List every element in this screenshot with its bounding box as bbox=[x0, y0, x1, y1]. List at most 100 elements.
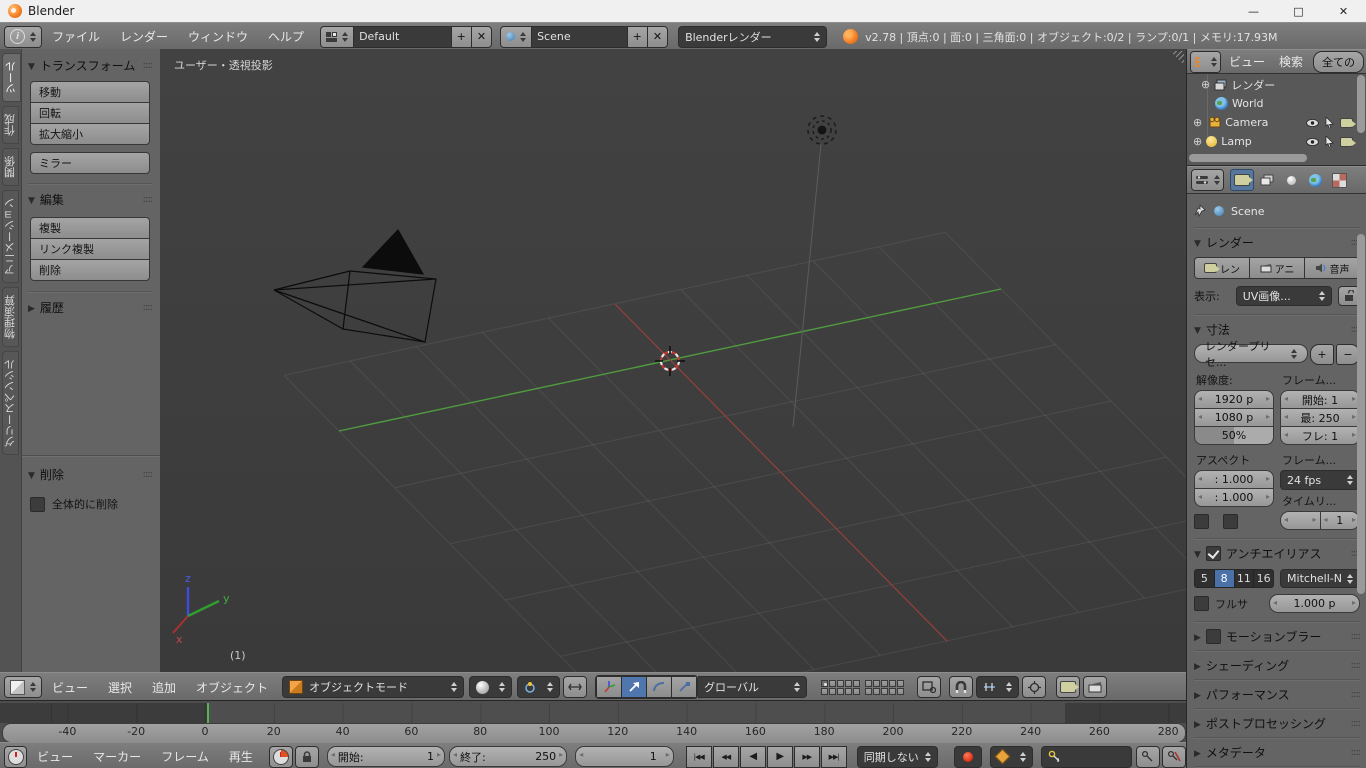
select-menu[interactable]: 選択 bbox=[98, 679, 142, 696]
translate-manipulator-button[interactable] bbox=[622, 676, 647, 698]
expand-node-icon[interactable]: ⊕ bbox=[1201, 78, 1210, 91]
current-frame-field[interactable]: ◂1▸ bbox=[575, 746, 674, 767]
layer-cell[interactable] bbox=[837, 688, 844, 695]
layer-cell[interactable] bbox=[865, 680, 872, 687]
next-keyframe-button[interactable]: ▶▶ bbox=[794, 746, 820, 768]
add-layout-button[interactable]: + bbox=[451, 27, 471, 47]
panel-drag-dots[interactable]: :::: bbox=[1351, 689, 1360, 700]
cursor-3d[interactable] bbox=[655, 346, 685, 376]
aa-samples-8[interactable]: 8 bbox=[1214, 570, 1234, 587]
timeline-frame-menu[interactable]: フレーム bbox=[151, 748, 219, 765]
maximize-button[interactable]: □ bbox=[1276, 0, 1321, 22]
tab-tools[interactable]: ツール bbox=[2, 53, 21, 102]
minimize-button[interactable]: — bbox=[1231, 0, 1276, 22]
play-reverse-button[interactable]: ◀ bbox=[740, 746, 766, 768]
render-engine-dropdown[interactable]: Blenderレンダー bbox=[678, 26, 827, 48]
menu-file[interactable]: ファイル bbox=[42, 28, 110, 45]
remove-scene-button[interactable]: ✕ bbox=[647, 27, 667, 47]
manipulator-toggle-button[interactable] bbox=[596, 676, 622, 698]
render-restrict-icon[interactable] bbox=[1340, 137, 1353, 147]
mode-dropdown[interactable]: オブジェクトモード bbox=[282, 676, 464, 698]
layer-cell[interactable] bbox=[853, 680, 860, 687]
tab-world[interactable] bbox=[1304, 170, 1326, 190]
opengl-render-button[interactable] bbox=[1056, 676, 1080, 698]
tab-animation[interactable]: アニメーション bbox=[2, 190, 19, 283]
rotate-manipulator-button[interactable] bbox=[647, 676, 672, 698]
resolution-y-field[interactable]: ◂1080 p▸ bbox=[1194, 408, 1274, 427]
panel-render-header[interactable]: レンダー:::: bbox=[1194, 232, 1360, 252]
border-checkbox[interactable] bbox=[1194, 514, 1209, 529]
duplicate-linked-button[interactable]: リンク複製 bbox=[30, 238, 150, 260]
viewport-shading-dropdown[interactable] bbox=[469, 676, 512, 698]
keying-set-field[interactable] bbox=[1041, 746, 1132, 768]
editor-type-selector[interactable]: i bbox=[4, 26, 42, 48]
delete-keyframe-button[interactable] bbox=[1162, 746, 1186, 768]
view-menu[interactable]: ビュー bbox=[42, 679, 98, 696]
outliner-search-menu[interactable]: 検索 bbox=[1273, 53, 1309, 70]
layer-cell[interactable] bbox=[873, 688, 880, 695]
scene-name[interactable]: Scene bbox=[531, 27, 627, 47]
layer-cell[interactable] bbox=[889, 680, 896, 687]
timeline-playback-menu[interactable]: 再生 bbox=[219, 748, 263, 765]
opengl-render-anim-button[interactable] bbox=[1083, 676, 1107, 698]
panel-motion-blur-header[interactable]: モーションブラー:::: bbox=[1194, 626, 1360, 646]
pivot-point-dropdown[interactable] bbox=[517, 676, 560, 698]
display-mode-dropdown[interactable]: UV画像... bbox=[1236, 286, 1332, 306]
layer-cell[interactable] bbox=[821, 680, 828, 687]
lock-to-scene-toggle[interactable] bbox=[917, 676, 941, 698]
auto-keyframe-toggle[interactable] bbox=[954, 746, 982, 768]
panel-drag-dots[interactable]: :::: bbox=[143, 469, 152, 480]
frame-end-field[interactable]: ◂最: 250▸ bbox=[1280, 408, 1360, 427]
insert-keyframe-button[interactable] bbox=[1136, 746, 1160, 768]
motion-blur-checkbox[interactable] bbox=[1206, 629, 1221, 644]
properties-editor-selector[interactable] bbox=[1191, 169, 1224, 191]
lamp-object[interactable] bbox=[793, 116, 836, 427]
crop-checkbox[interactable] bbox=[1223, 514, 1238, 529]
render-still-button[interactable]: レン bbox=[1195, 258, 1249, 278]
timeline-marker-menu[interactable]: マーカー bbox=[83, 748, 151, 765]
tab-grease-pencil[interactable]: グリースペンシル bbox=[2, 351, 19, 455]
layer-cell[interactable] bbox=[837, 680, 844, 687]
lock-time-toggle[interactable] bbox=[295, 746, 319, 768]
timeline-editor-selector[interactable] bbox=[4, 746, 27, 768]
aa-samples-5[interactable]: 5 bbox=[1195, 570, 1214, 587]
auto-keying-mode-dropdown[interactable] bbox=[990, 746, 1033, 768]
menu-help[interactable]: ヘルプ bbox=[258, 28, 314, 45]
outliner-filter-dropdown[interactable]: 全ての bbox=[1313, 51, 1364, 73]
panel-shading-header[interactable]: シェーディング:::: bbox=[1194, 655, 1360, 675]
viewport-3d[interactable]: z y x ユーザー・透視投影 (1) bbox=[160, 49, 1186, 672]
end-frame-field[interactable]: ◂終了:250▸ bbox=[449, 746, 567, 767]
visibility-eye-icon[interactable] bbox=[1306, 138, 1319, 146]
object-menu[interactable]: オブジェクト bbox=[186, 679, 278, 696]
close-button[interactable]: ✕ bbox=[1321, 0, 1366, 22]
outliner-view-menu[interactable]: ビュー bbox=[1221, 53, 1273, 70]
layer-cell[interactable] bbox=[865, 688, 872, 695]
render-animation-button[interactable]: アニ bbox=[1249, 258, 1304, 278]
snap-peel-object-toggle[interactable] bbox=[1022, 676, 1046, 698]
play-button[interactable]: ▶ bbox=[767, 746, 793, 768]
delete-globally-checkbox[interactable] bbox=[30, 497, 45, 512]
layer-cell[interactable] bbox=[889, 688, 896, 695]
layer-cell[interactable] bbox=[881, 680, 888, 687]
mirror-button[interactable]: ミラー bbox=[30, 152, 150, 174]
aa-samples-16[interactable]: 16 bbox=[1253, 570, 1273, 587]
snap-toggle[interactable] bbox=[949, 676, 973, 698]
time-remap-new-field[interactable]: ◂1▸ bbox=[1320, 512, 1360, 529]
frame-step-field[interactable]: ◂フレ: 1▸ bbox=[1280, 426, 1360, 445]
panel-drag-dots[interactable]: :::: bbox=[1351, 631, 1360, 642]
panel-performance-header[interactable]: パフォーマンス:::: bbox=[1194, 684, 1360, 704]
properties-vscrollbar[interactable] bbox=[1357, 234, 1365, 594]
tab-render[interactable] bbox=[1230, 169, 1254, 191]
translate-button[interactable]: 移動 bbox=[30, 81, 150, 103]
panel-drag-dots[interactable]: :::: bbox=[143, 194, 152, 205]
add-preset-button[interactable]: + bbox=[1310, 344, 1334, 365]
resolution-percentage-slider[interactable]: 50% bbox=[1194, 426, 1274, 445]
selectability-cursor-icon[interactable] bbox=[1325, 117, 1334, 128]
use-preview-range-toggle[interactable] bbox=[269, 746, 293, 768]
full-sample-checkbox[interactable] bbox=[1194, 596, 1209, 611]
aa-samples-11[interactable]: 11 bbox=[1234, 570, 1254, 587]
menu-render[interactable]: レンダー bbox=[110, 28, 178, 45]
antialiasing-checkbox[interactable] bbox=[1206, 546, 1221, 561]
panel-transform-header[interactable]: トランスフォーム:::: bbox=[28, 55, 152, 75]
frame-start-field[interactable]: ◂開始: 1▸ bbox=[1280, 390, 1360, 409]
